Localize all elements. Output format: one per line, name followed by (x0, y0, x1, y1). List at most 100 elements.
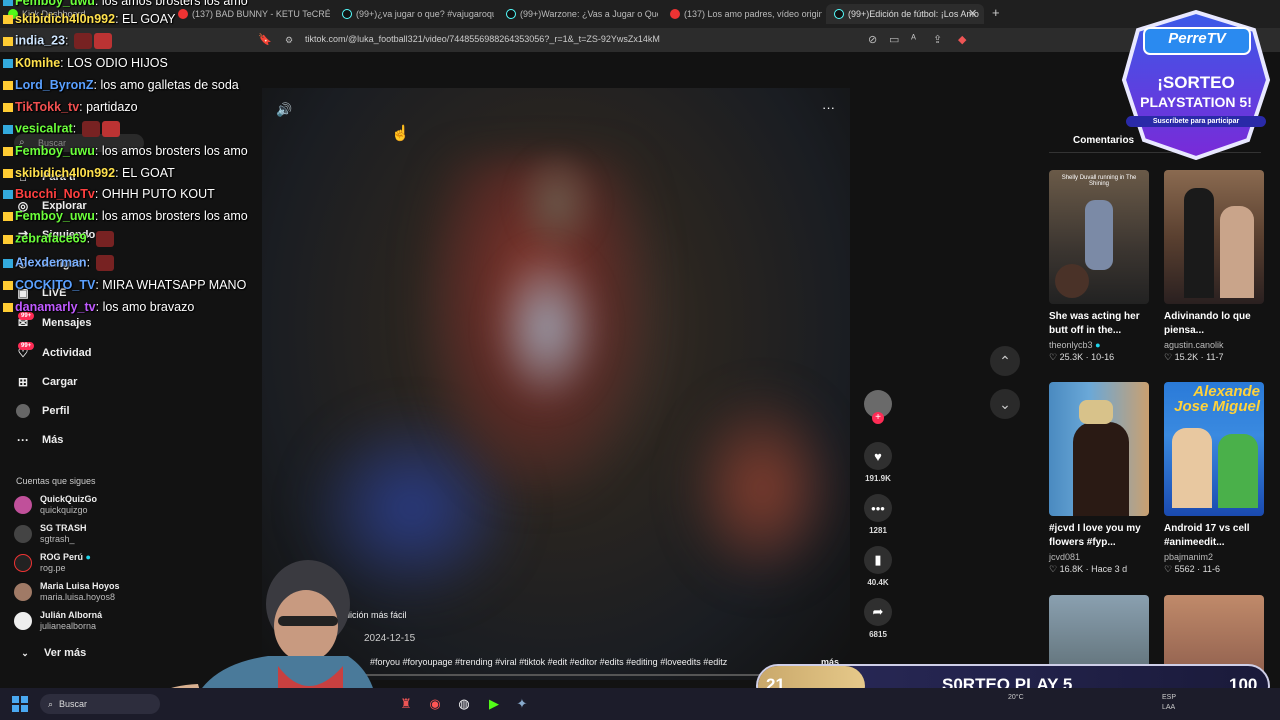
chat-text: EL GOAT (122, 166, 175, 180)
following-title: Cuentas que sigues (16, 476, 96, 486)
verified-icon: ● (85, 552, 91, 562)
more-icon: ··· (17, 433, 29, 447)
next-video-button[interactable]: ⌄ (990, 389, 1020, 419)
tiktok-icon (342, 9, 352, 19)
chat-username: vesicalrat (15, 121, 73, 136)
chat-text: OHHH PUTO KOUT (101, 187, 215, 201)
chat-message: Bucchi_NoTv: OHHH PUTO KOUT (3, 187, 215, 201)
url-input[interactable]: tiktok.com/@luka_football321/video/74485… (305, 34, 660, 44)
user-badge-icon (3, 36, 13, 46)
sidebar-item-perfil[interactable]: Perfil (16, 404, 70, 418)
share-button[interactable]: ➦ 6815 (862, 598, 894, 639)
sidebar-item-mas[interactable]: ··· Más (16, 433, 63, 447)
chat-message: danamarly_tv: los amo bravazo (3, 300, 194, 314)
share-icon[interactable]: ⇪ (933, 33, 942, 46)
related-video-card[interactable]: #jcvd I love you my flowers #fyp... jcvd… (1049, 382, 1149, 575)
following-item[interactable]: Maria Luisa Hoyos maria.luisa.hoyos8 (14, 581, 120, 603)
browser-tab[interactable]: (99+)Warzone: ¿Vas a Jugar o Qué? | (498, 4, 658, 24)
obs-icon[interactable]: ◍ (456, 696, 472, 712)
chat-emote-icon (81, 121, 100, 137)
language-indicator[interactable]: ESP (1162, 694, 1176, 701)
upload-icon: ⊞ (17, 375, 29, 389)
chat-emote-icon (73, 33, 92, 49)
chat-separator: : (115, 166, 123, 180)
play-icon[interactable]: ▶ (486, 696, 502, 712)
tiktok-icon (506, 9, 516, 19)
following-item[interactable]: Julián Alborná julianealborna (14, 610, 102, 632)
chat-text: los amos brosters los amo (101, 209, 248, 223)
heart-icon: ♥ (864, 442, 892, 470)
notification-badge: 99+ (18, 342, 35, 350)
heart-icon: ♡ (1164, 564, 1173, 574)
video-hashtags[interactable]: #foryou #foryoupage #trending #viral #ti… (370, 657, 727, 667)
chat-emote-icon (95, 255, 114, 271)
follow-plus-icon[interactable]: + (872, 412, 884, 424)
more-options-icon[interactable]: ··· (822, 100, 835, 115)
related-video-card[interactable]: Shelly Duvall running in The Shining She… (1049, 170, 1149, 363)
user-badge-icon (3, 124, 13, 134)
chat-text: LOS ODIO HIJOS (67, 56, 168, 70)
windows-start-icon[interactable] (12, 696, 28, 712)
chat-username: TikTokk_tv (15, 100, 80, 114)
sidebar-item-cargar[interactable]: ⊞ Cargar (16, 375, 78, 389)
chat-separator: : (65, 33, 72, 48)
chat-separator: : (115, 12, 123, 26)
chat-text: los amo bravazo (102, 300, 195, 314)
following-item[interactable]: QuickQuizGo quickquizgo (14, 494, 97, 516)
previous-video-button[interactable]: ⌃ (990, 346, 1020, 376)
new-tab-button[interactable]: + (992, 5, 1000, 20)
chat-emote-icon (93, 33, 112, 49)
chat-message: K0mihe: LOS ODIO HIJOS (3, 56, 168, 70)
chat-separator: : (94, 187, 102, 201)
bookmark-icon[interactable]: 🔖 (258, 33, 272, 46)
share-arrow-icon: ➦ (864, 598, 892, 626)
browser-tab[interactable]: (99+)¿va jugar o que? #vajugaroque (334, 4, 494, 24)
chat-message: vesicalrat: (3, 121, 120, 137)
volume-icon[interactable]: 🔊 (276, 102, 292, 118)
chat-username: Femboy_uwu (15, 209, 95, 223)
extension-icon[interactable]: ⊘ (868, 33, 877, 46)
translate-icon[interactable]: ᴬ (911, 33, 916, 45)
browser-tab[interactable]: (137) Los amo padres, vídeo original (662, 4, 822, 24)
chat-message: COCKITO_TV: MIRA WHATSAPP MANO (3, 278, 246, 292)
address-bar: 🔖 ⚙ tiktok.com/@luka_football321/video/7… (0, 28, 1280, 52)
following-item[interactable]: ROG Perú ● rog.pe (14, 552, 91, 574)
steam-icon[interactable]: ✦ (514, 696, 530, 712)
app-icon[interactable]: ◉ (427, 696, 443, 712)
chat-username: Alexderman (15, 255, 87, 270)
see-more-link[interactable]: ⌄ Ver más (18, 646, 86, 660)
comment-button[interactable]: ••• 1281 (862, 494, 894, 535)
creator-avatar[interactable]: + (862, 390, 894, 424)
chat-separator: : (86, 231, 94, 246)
heart-icon: ♡ (1164, 352, 1173, 362)
brave-shield-icon[interactable]: ◆ (958, 33, 966, 46)
taskbar-search[interactable]: ⌕ Buscar (40, 694, 160, 714)
related-video-card[interactable]: Adivinando lo que piensa... agustin.cano… (1164, 170, 1264, 363)
user-badge-icon (3, 103, 13, 113)
chat-separator: : (94, 209, 102, 223)
chat-separator: : (94, 144, 102, 158)
cast-icon[interactable]: ▭ (889, 33, 899, 46)
avatar (14, 525, 32, 543)
windows-taskbar: ⌕ Buscar ♜ ◉ ◍ ▶ ✦ 20°C ESP LAA (0, 688, 1280, 720)
app-icon[interactable]: ♜ (398, 696, 414, 712)
youtube-icon (670, 9, 680, 19)
chat-username: K0mihe (15, 56, 61, 70)
promo-line2: PLAYSTATION 5! (1140, 94, 1252, 110)
chat-username: danamarly_tv (15, 300, 96, 314)
comment-icon: ••• (864, 494, 892, 522)
video-thumbnail: Alexande Jose Miguel (1164, 382, 1264, 516)
following-item[interactable]: SG TRASH sgtrash_ (14, 523, 87, 545)
close-tab-icon[interactable]: ✕ (968, 7, 977, 20)
promo-line1: ¡SORTEO (1157, 73, 1235, 92)
chat-emote-icon (95, 231, 114, 247)
like-button[interactable]: ♥ 191.9K (862, 442, 894, 483)
chat-text: los amos brosters los amo (101, 0, 248, 8)
site-info-icon[interactable]: ⚙ (285, 35, 293, 46)
save-button[interactable]: ▮ 40.4K (862, 546, 894, 587)
profile-icon (16, 404, 30, 418)
heart-icon: ♡ (1049, 352, 1058, 362)
related-video-card[interactable]: Alexande Jose Miguel Android 17 vs cell … (1164, 382, 1264, 575)
chat-username: Femboy_uwu (15, 0, 95, 8)
browser-tab-active[interactable]: (99+)Edición de fútbol: ¡Los Amo (826, 4, 984, 24)
